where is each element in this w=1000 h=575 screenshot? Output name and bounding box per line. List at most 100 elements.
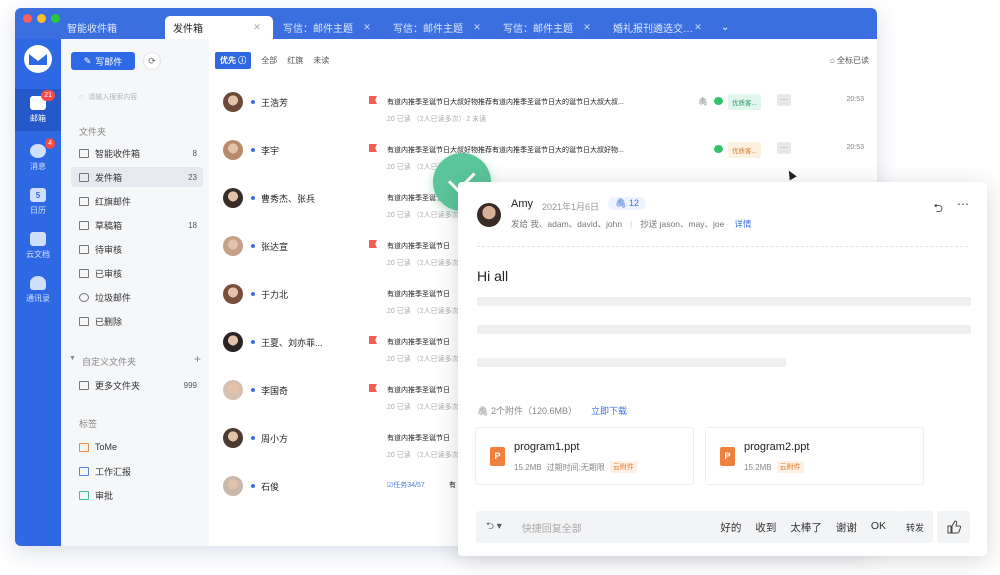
quick-replies: 好的 收到 太棒了 谢谢 OK: [720, 520, 886, 535]
mail-date: 2021年1月6日: [542, 202, 600, 212]
close-tab-icon[interactable]: ✕: [471, 22, 483, 34]
close-tab-icon[interactable]: ✕: [251, 22, 263, 34]
download-all-link[interactable]: 立即下载: [591, 406, 627, 416]
recipients: 发给 我、adam、david、john | 抄送 jason、may、joe 详情: [511, 219, 752, 229]
tab-compose-3[interactable]: 写信：邮件主题 ✕: [495, 16, 603, 39]
add-folder-icon[interactable]: +: [194, 353, 201, 368]
task-progress[interactable]: ☑任务34/57: [387, 480, 425, 490]
minimize-window-button[interactable]: [37, 14, 46, 23]
quick-reply-option[interactable]: 收到: [755, 520, 776, 535]
close-tab-icon[interactable]: ✕: [693, 22, 703, 34]
folder-pending[interactable]: 待审核: [71, 239, 203, 259]
folder-deleted[interactable]: 已删除: [71, 311, 203, 331]
flag-icon[interactable]: [369, 144, 377, 152]
unread-dot: [251, 244, 255, 248]
quick-reply-option[interactable]: 太棒了: [790, 520, 822, 535]
mail-icon: 21: [30, 90, 55, 110]
tag-icon: [79, 442, 89, 452]
maximize-window-button[interactable]: [51, 14, 60, 23]
forward-button[interactable]: 转发: [897, 511, 933, 543]
filter-all[interactable]: 全部: [261, 55, 277, 66]
attachment-file[interactable]: P program2.ppt 15.2MB 云附件: [705, 427, 924, 485]
flag-icon[interactable]: [369, 96, 377, 104]
filter-priority[interactable]: 优先 ⓘ: [215, 52, 252, 69]
sender-name[interactable]: Amy: [511, 198, 533, 210]
rail-docs[interactable]: 云文档: [15, 225, 61, 267]
folder-flagged[interactable]: 红旗邮件: [71, 191, 203, 211]
close-tab-icon[interactable]: ✕: [361, 22, 373, 34]
folder-icon: [79, 380, 89, 390]
folder-approved[interactable]: 已审核: [71, 263, 203, 283]
avatar: [223, 92, 243, 112]
attachment-summary: 🖇 2个附件（120.6MB） 立即下载: [477, 406, 627, 416]
quick-reply-option[interactable]: OK: [871, 520, 886, 535]
customer-tag[interactable]: 优质客...: [728, 142, 761, 158]
tab-outbox[interactable]: 发件箱 ✕: [165, 16, 273, 39]
ppt-file-icon: P: [490, 447, 505, 466]
refresh-icon[interactable]: ⟳: [143, 52, 161, 70]
caret-down-icon[interactable]: ▼: [69, 355, 76, 368]
search-input[interactable]: ○ 请输入搜索内容: [79, 92, 137, 102]
subject: 有道内推季圣诞节日: [387, 339, 450, 346]
quick-reply-option[interactable]: 好的: [720, 520, 741, 535]
title-bar: 智能收件箱 发件箱 ✕ 写信：邮件主题 ✕ 写信：邮件主题 ✕ 写信：邮件主题 ✕ 婚礼…: [15, 8, 877, 39]
unread-badge: 21: [41, 90, 55, 101]
details-link[interactable]: 详情: [734, 219, 751, 229]
folder-more[interactable]: 更多文件夹 999: [71, 375, 203, 395]
more-icon[interactable]: ⋯: [957, 197, 969, 211]
tab-compose-2[interactable]: 写信：邮件主题 ✕: [385, 16, 493, 39]
rail-contacts[interactable]: 通讯录: [15, 269, 61, 311]
thumbs-up-icon[interactable]: [937, 511, 970, 543]
app-rail: 21 邮箱 4 消息 5 日历 云文档 通讯录: [15, 39, 61, 546]
recipient-name: 王浩芳: [261, 98, 289, 108]
rail-mail[interactable]: 21 邮箱: [15, 89, 61, 131]
folder-spam[interactable]: 垃圾邮件: [71, 287, 203, 307]
attachment-chip[interactable]: 🖇 12: [608, 197, 646, 210]
paperclip-icon: 🖇: [615, 198, 627, 208]
tab-compose-1[interactable]: 写信：邮件主题 ✕: [275, 16, 383, 39]
rail-calendar[interactable]: 5 日历: [15, 181, 61, 223]
message-badge: 4: [45, 138, 55, 149]
tag-tome[interactable]: ToMe: [71, 437, 203, 457]
avatar: [223, 428, 243, 448]
more-tags-icon[interactable]: …: [777, 142, 791, 154]
body-placeholder-line: [477, 297, 971, 306]
chevron-down-icon[interactable]: ⌄: [721, 16, 729, 39]
subject: 有: [449, 482, 456, 489]
folder-outbox[interactable]: 发件箱 23: [71, 167, 203, 187]
tab-wedding[interactable]: 婚礼报刊遴选交… ✕: [605, 16, 713, 39]
subject: 有道内推季圣诞节日: [387, 387, 450, 394]
search-icon: ○: [79, 93, 84, 101]
filter-unread[interactable]: 未读: [313, 55, 329, 66]
filter-flag[interactable]: 红旗: [287, 55, 303, 66]
reply-icon[interactable]: ⮌: [933, 199, 943, 220]
mark-all-read-button[interactable]: ⌂ 全标已读: [830, 55, 869, 66]
tag-work-report[interactable]: 工作汇报: [71, 461, 203, 481]
compose-button[interactable]: ✎ 写邮件: [71, 52, 135, 70]
quick-reply-option[interactable]: 谢谢: [836, 520, 857, 535]
reply-all-icon[interactable]: ⮌ ▾: [486, 519, 502, 536]
unread-dot: [251, 148, 255, 152]
table-row[interactable]: 王浩芳 有道内推季圣诞节日大叔好物推荐有道内推季圣诞节日大的诞节日大叔大叔... 2…: [209, 85, 877, 133]
table-row[interactable]: 李宇 有道内推季圣诞节日大叔好物推荐有道内推季圣诞节日大的诞节日大叔好物... 20…: [209, 133, 877, 181]
customer-tag[interactable]: 优质客...: [728, 94, 761, 110]
close-window-button[interactable]: [23, 14, 32, 23]
more-tags-icon[interactable]: …: [777, 94, 791, 106]
flag-icon[interactable]: [369, 336, 377, 344]
inbox-icon: [79, 148, 89, 158]
folder-drafts[interactable]: 草稿箱 18: [71, 215, 203, 235]
quick-reply-input[interactable]: 快捷回复全部: [522, 520, 582, 535]
attachment-file[interactable]: P program1.ppt 15.2MB 过期时间:无期限 云附件: [475, 427, 694, 485]
rail-messages[interactable]: 4 消息: [15, 137, 61, 179]
folder-smart-inbox[interactable]: 智能收件箱 8: [71, 143, 203, 163]
unread-dot: [251, 100, 255, 104]
flag-icon[interactable]: [369, 240, 377, 248]
tag-approval[interactable]: 审批: [71, 485, 203, 505]
contacts-icon: [30, 276, 46, 290]
tab-smart-inbox[interactable]: 智能收件箱: [59, 16, 163, 39]
read-status: 20 已读 （2人已读多次）· 2 未读: [387, 116, 487, 123]
close-tab-icon[interactable]: ✕: [581, 22, 593, 34]
flag-icon[interactable]: [369, 384, 377, 392]
avatar: [477, 203, 501, 227]
recipient-name: 李国奇: [261, 386, 289, 396]
